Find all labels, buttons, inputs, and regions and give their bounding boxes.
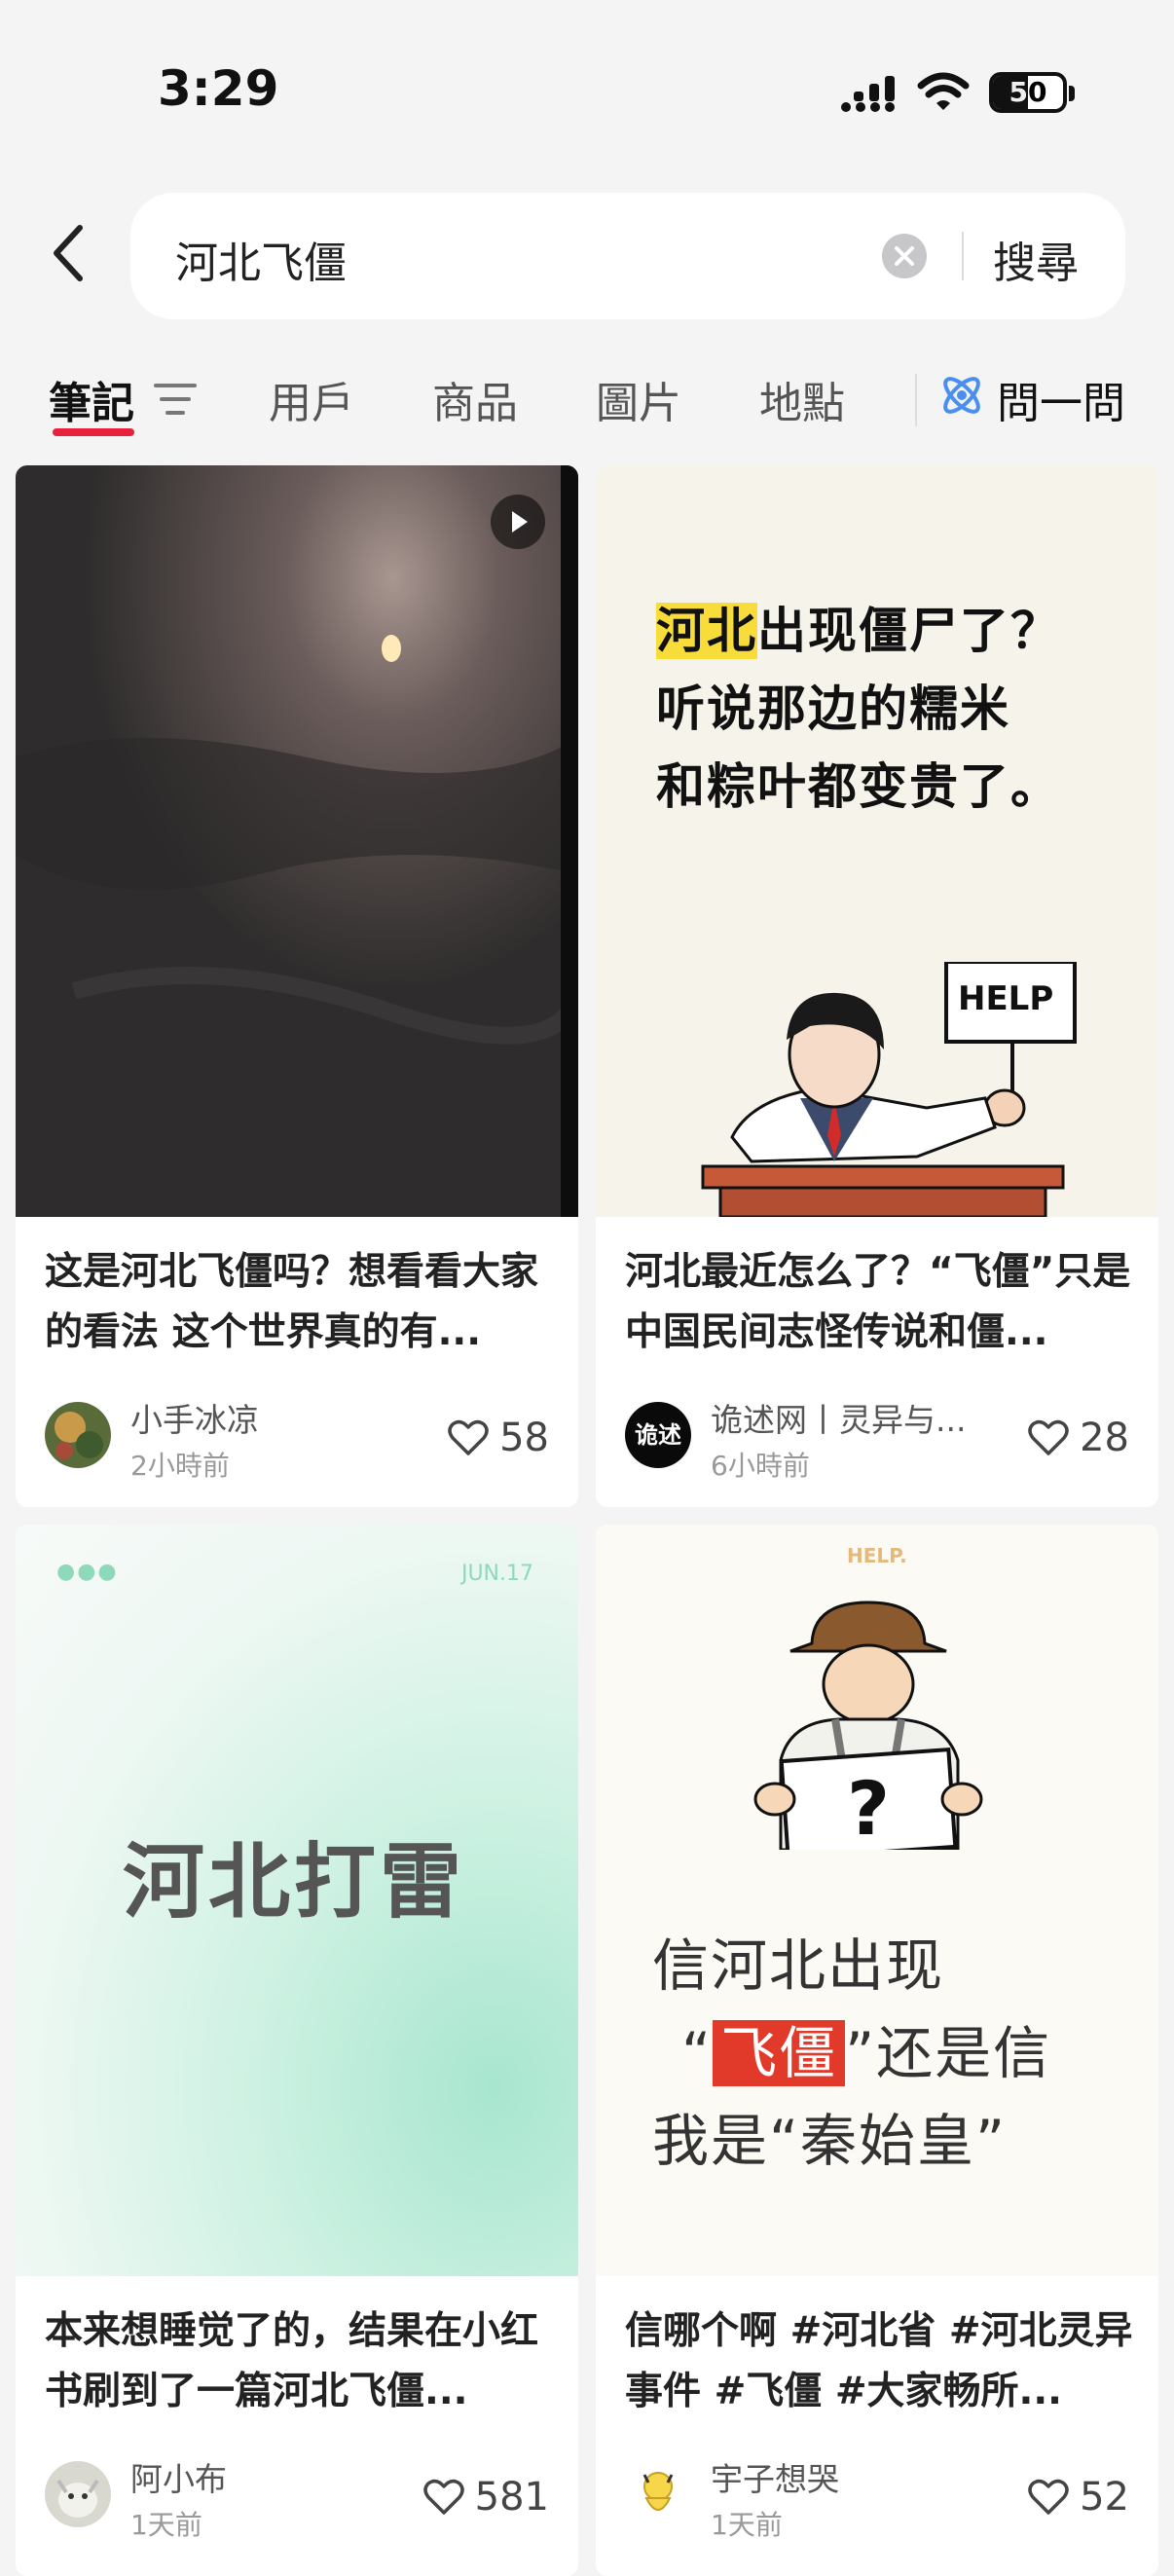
cover-line: 我是“秦始皇”: [652, 2108, 1008, 2174]
note-card[interactable]: 河北出现僵尸了？ 听说那边的糯米 和粽叶都变贵了。 HELP 河北最近怎么了？“…: [596, 465, 1158, 1507]
post-time: 6小時前: [711, 1450, 810, 1482]
cover-title: 河北打雷: [123, 1834, 466, 1930]
cover-line: 出现僵尸了？: [757, 603, 1061, 659]
like-button[interactable]: 581: [422, 2475, 549, 2520]
post-time: 1天前: [130, 2509, 202, 2541]
cover-line: 和粽叶都变贵了。: [656, 758, 1061, 815]
ai-sparkle-icon[interactable]: [936, 370, 987, 421]
tab-notes[interactable]: 筆記: [49, 368, 134, 430]
wifi-icon: [917, 72, 970, 110]
cover-text: 河北出现僵尸了？ 听说那边的糯米 和粽叶都变贵了。: [656, 592, 1061, 826]
avatar[interactable]: [45, 1402, 111, 1468]
author-name[interactable]: 阿小布: [130, 2453, 432, 2500]
heart-icon: [1028, 1419, 1069, 1455]
search-bar: 河北飞僵 搜尋: [0, 193, 1174, 319]
cover-highlight: 飞僵: [713, 2020, 846, 2086]
avatar[interactable]: [45, 2461, 111, 2527]
result-tabs: 筆記 用戶 商品 圖片 地點 問一問: [0, 350, 1174, 448]
heart-icon: [422, 2479, 464, 2515]
status-bar: 3:29 50: [0, 0, 1174, 185]
like-count: 58: [499, 1416, 549, 1460]
search-divider: [962, 232, 964, 280]
author-name[interactable]: 小手冰凉: [130, 1394, 432, 1441]
avatar[interactable]: 诡述: [625, 1402, 691, 1468]
cover-line: 信河北出现: [652, 1932, 945, 1999]
note-title[interactable]: 信哪个啊 #河北省 #河北灵异事件 #飞僵 #大家畅所...: [625, 2301, 1133, 2422]
post-time: 1天前: [711, 2509, 783, 2541]
search-button[interactable]: 搜尋: [993, 228, 1079, 290]
cover-text: 信河北出现 “飞僵 ”还是信 我是“秦始皇”: [652, 1922, 1051, 2185]
video-play-icon: [491, 495, 545, 549]
text-cover-image: ●●● JUN.17 河北打雷: [16, 1525, 578, 2276]
heart-icon: [1028, 2479, 1069, 2515]
cover-line: 听说那边的糯米: [656, 681, 1010, 737]
avatar[interactable]: [625, 2461, 691, 2527]
like-count: 581: [474, 2475, 549, 2520]
help-sign-text: HELP: [958, 979, 1054, 1018]
tab-users[interactable]: 用戶: [269, 368, 354, 430]
like-count: 28: [1080, 1416, 1129, 1460]
note-card[interactable]: ●●● JUN.17 河北打雷 本来想睡觉了的，结果在小红书刷到了一篇河北飞僵.…: [16, 1525, 578, 2576]
cover-date: JUN.17: [460, 1562, 533, 1586]
active-tab-indicator: [53, 428, 134, 436]
note-title[interactable]: 河北最近怎么了？“飞僵”只是中国民间志怪传说和僵...: [625, 1242, 1133, 1363]
like-button[interactable]: 58: [447, 1416, 549, 1460]
note-card[interactable]: HELP. ? 信河北出现 “飞僵 ”还是信 我是“秦始皇” 信哪个啊 #河北省 …: [596, 1525, 1158, 2576]
back-arrow-icon[interactable]: [49, 222, 88, 284]
night-sky-video-thumbnail: [16, 465, 578, 1217]
cover-help-text: HELP.: [847, 1544, 907, 1567]
cartoon-cover-image: HELP. ? 信河北出现 “飞僵 ”还是信 我是“秦始皇”: [596, 1525, 1158, 2276]
note-card[interactable]: 这是河北飞僵吗？想看看大家的看法 这个世界真的有... 小手冰凉 2小時前 58: [16, 465, 578, 1507]
like-button[interactable]: 52: [1027, 2475, 1129, 2520]
cover-highlight: 河北: [656, 603, 757, 659]
search-field[interactable]: 河北飞僵 搜尋: [130, 193, 1125, 319]
cover-line: ”还是信: [845, 2020, 1052, 2086]
cellular-signal-icon: [841, 76, 895, 112]
battery-nub: [1069, 86, 1075, 101]
tab-divider: [915, 374, 917, 426]
note-title[interactable]: 这是河北飞僵吗？想看看大家的看法 这个世界真的有...: [45, 1242, 553, 1363]
tab-ask[interactable]: 問一問: [997, 368, 1125, 430]
heart-icon: [448, 1419, 489, 1455]
more-dots-icon: ●●●: [56, 1560, 119, 1584]
author-name[interactable]: 诡述网丨灵异与...: [711, 1394, 993, 1441]
like-button[interactable]: 28: [1027, 1416, 1129, 1460]
cartoon-question-illustration: ?: [753, 1601, 983, 1850]
cover-line: “: [681, 2020, 714, 2086]
author-name[interactable]: 宇子想哭: [711, 2453, 1012, 2500]
clock: 3:29: [158, 60, 279, 117]
like-count: 52: [1080, 2475, 1129, 2520]
clear-search-icon[interactable]: [882, 234, 927, 278]
tab-products[interactable]: 商品: [432, 368, 518, 430]
search-query[interactable]: 河北飞僵: [175, 228, 347, 290]
battery-level: 50: [1009, 76, 1047, 108]
post-time: 2小時前: [130, 1450, 230, 1482]
tab-images[interactable]: 圖片: [596, 368, 681, 430]
note-title[interactable]: 本来想睡觉了的，结果在小红书刷到了一篇河北飞僵...: [45, 2301, 553, 2422]
battery-icon: 50: [989, 72, 1067, 113]
tab-places[interactable]: 地點: [759, 368, 845, 430]
cartoon-cover-image: 河北出现僵尸了？ 听说那边的糯米 和粽叶都变贵了。 HELP: [596, 465, 1158, 1217]
filter-icon[interactable]: [154, 380, 197, 419]
svg-text:?: ?: [847, 1765, 890, 1850]
